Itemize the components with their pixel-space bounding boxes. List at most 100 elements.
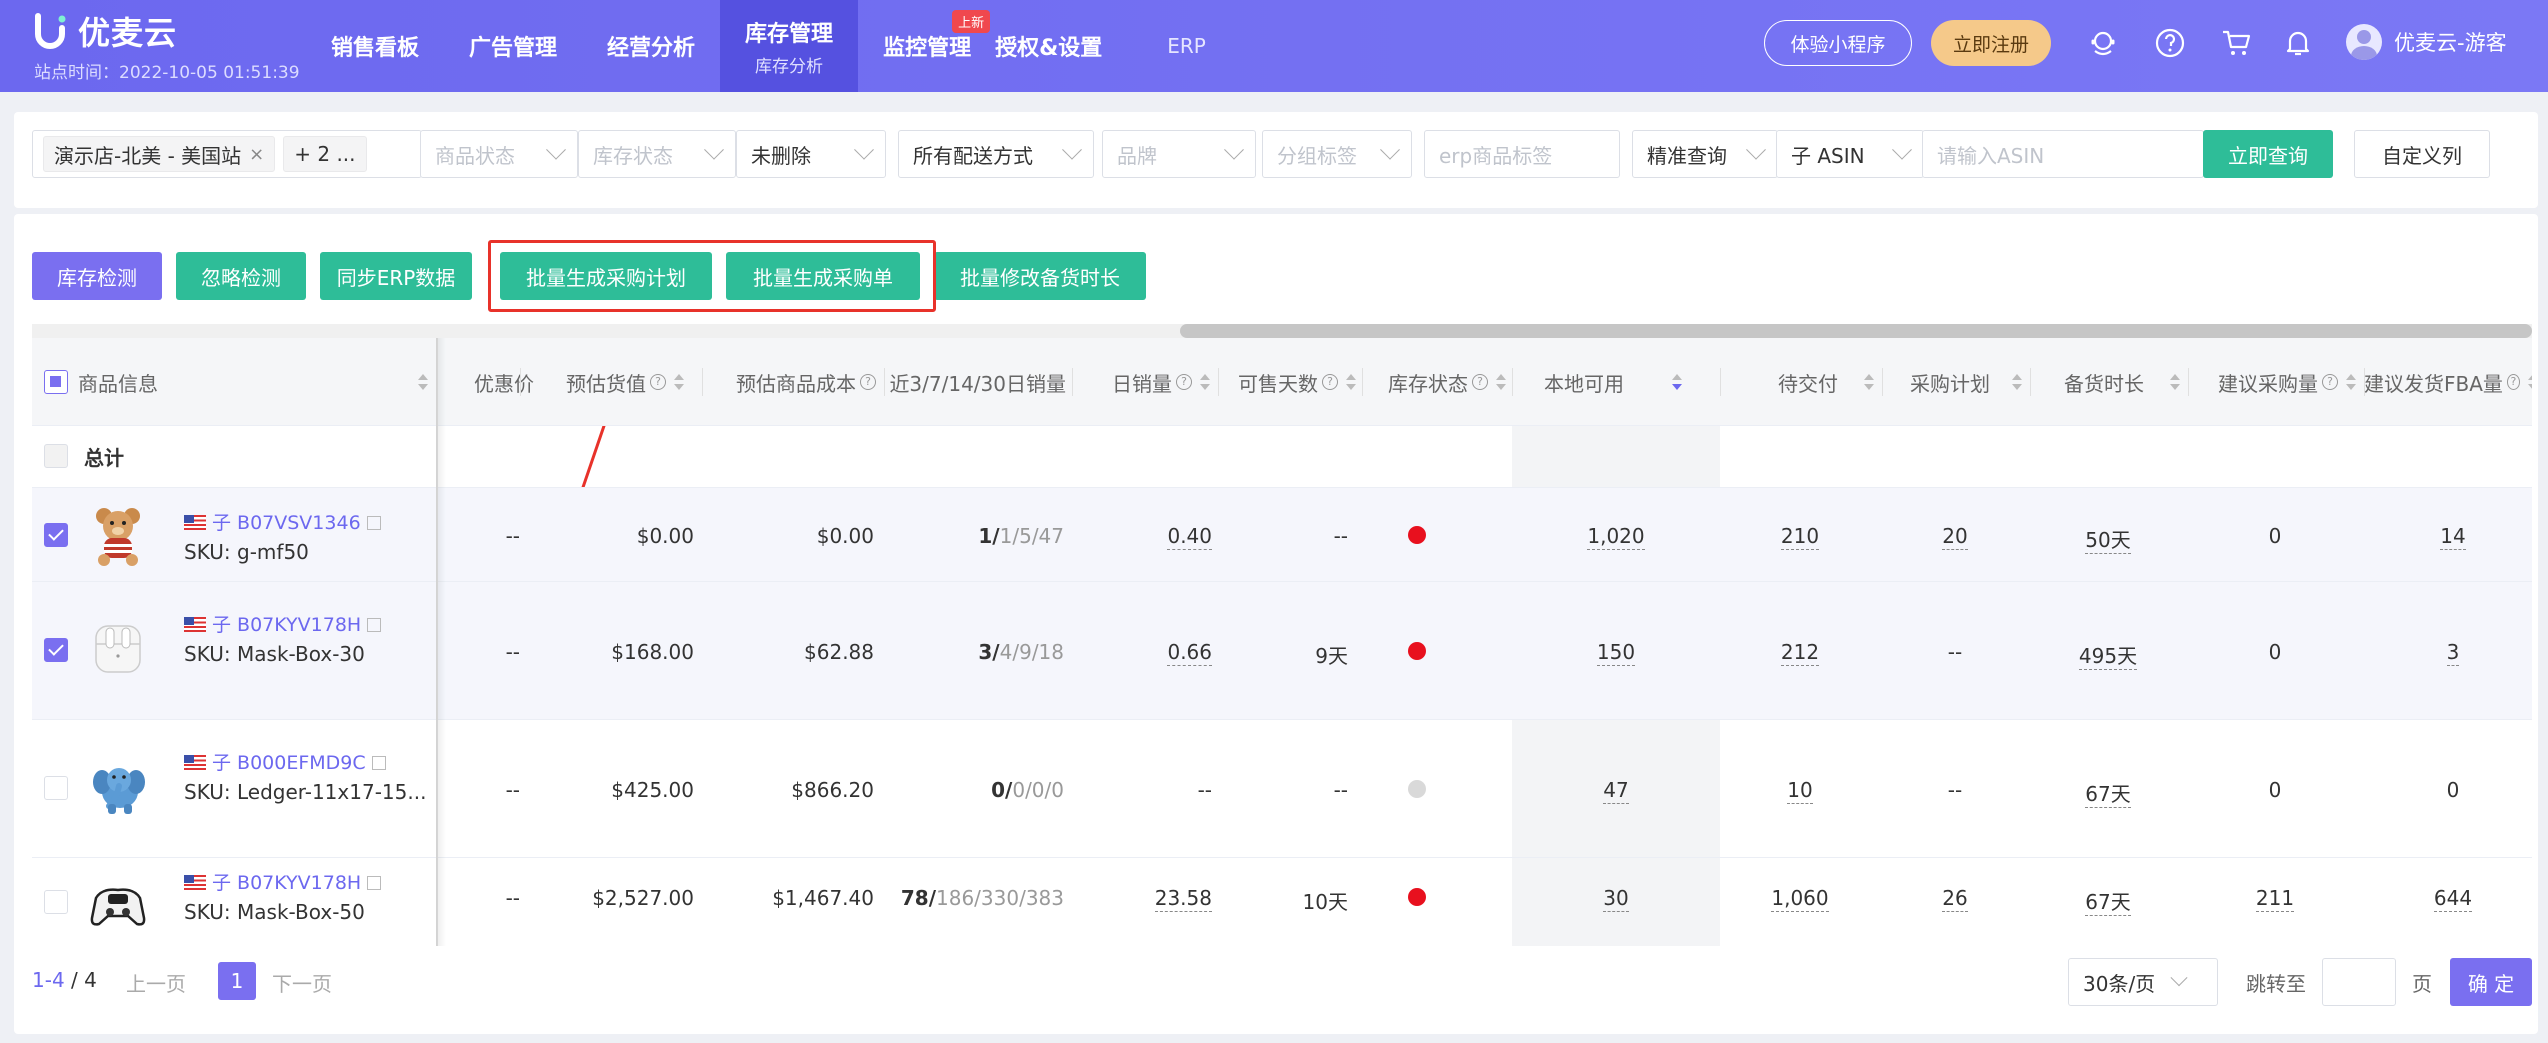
brand-select[interactable]: 品牌 <box>1102 130 1256 178</box>
pending[interactable]: 10 <box>1720 778 1880 804</box>
sort-icon[interactable] <box>1672 373 1682 391</box>
product-status-select[interactable]: 商品状态 <box>420 130 578 178</box>
cart-icon[interactable] <box>2220 27 2252 59</box>
external-link-icon[interactable] <box>366 516 381 530</box>
store-select[interactable]: 演示店-北美 - 美国站 × + 2 ... <box>32 130 422 178</box>
row-checkbox[interactable] <box>44 776 68 800</box>
asin-type-select[interactable]: 子 ASIN <box>1776 130 1924 178</box>
match-mode-select[interactable]: 精准查询 <box>1632 130 1778 178</box>
page-size-select[interactable]: 30条/页 <box>2068 958 2218 1006</box>
local-available[interactable]: 30 <box>1512 886 1720 912</box>
product-image-earbuds-case[interactable] <box>86 616 150 680</box>
asin-link[interactable]: 子 B07KYV178H <box>184 868 382 895</box>
sort-icon[interactable] <box>1200 373 1210 391</box>
stock-status-select[interactable]: 库存状态 <box>578 130 736 178</box>
sort-icon[interactable] <box>1864 373 1874 391</box>
nav-ads[interactable]: 广告管理 <box>444 0 582 92</box>
table-row[interactable]: 子 B000EFMD9C SKU: Ledger-11x17-15... -- … <box>32 720 2532 858</box>
suggest-purchase[interactable]: 211 <box>2188 886 2362 912</box>
nav-sales-board[interactable]: 销售看板 <box>306 0 444 92</box>
local-available[interactable]: 150 <box>1512 640 1720 666</box>
daily-sales[interactable]: 23.58 <box>1072 886 1212 912</box>
select-all-checkbox[interactable] <box>44 370 68 394</box>
goto-confirm-button[interactable]: 确 定 <box>2450 958 2532 1006</box>
sync-erp-button[interactable]: 同步ERP数据 <box>320 252 472 300</box>
product-image-bear[interactable] <box>86 502 150 566</box>
purchase-plan[interactable]: 20 <box>1882 524 2028 550</box>
nav-erp[interactable]: ERP <box>1127 0 1246 92</box>
suggest-fba[interactable]: 3 <box>2364 640 2532 666</box>
help-icon[interactable]: ? <box>860 374 876 390</box>
bell-icon[interactable] <box>2282 27 2314 59</box>
horizontal-scrollbar[interactable] <box>32 324 2532 338</box>
lead-time[interactable]: 67天 <box>2030 778 2186 808</box>
asin-link[interactable]: 子 B07VSV1346 <box>184 508 381 535</box>
inventory-check-button[interactable]: 库存检测 <box>32 252 162 300</box>
row-checkbox[interactable] <box>44 638 68 662</box>
help-icon[interactable] <box>2154 27 2186 59</box>
sort-icon[interactable] <box>674 373 684 391</box>
product-image-elephant[interactable] <box>86 756 150 820</box>
suggest-fba[interactable]: 644 <box>2364 886 2532 912</box>
row-checkbox[interactable] <box>44 890 68 914</box>
external-link-icon[interactable] <box>371 756 386 770</box>
register-button[interactable]: 立即注册 <box>1931 20 2051 66</box>
sort-icon[interactable] <box>2346 373 2356 391</box>
help-icon[interactable]: ? <box>1176 374 1192 390</box>
lead-time[interactable]: 495天 <box>2030 640 2186 670</box>
sort-icon[interactable] <box>418 373 428 391</box>
nav-analysis[interactable]: 经营分析 <box>582 0 720 92</box>
close-icon[interactable]: × <box>249 144 264 165</box>
custom-columns-button[interactable]: 自定义列 <box>2354 130 2490 178</box>
sort-icon[interactable] <box>2012 373 2022 391</box>
external-link-icon[interactable] <box>367 876 382 890</box>
row-checkbox[interactable] <box>44 523 68 547</box>
next-page-button[interactable]: 下一页 <box>272 968 332 997</box>
table-row[interactable]: 子 B07KYV178H SKU: Mask-Box-30 -- $168.00… <box>32 582 2532 720</box>
local-available[interactable]: 47 <box>1512 778 1720 804</box>
pending[interactable]: 1,060 <box>1720 886 1880 912</box>
shipping-select[interactable]: 所有配送方式 <box>898 130 1094 178</box>
support-icon[interactable] <box>2087 27 2119 59</box>
help-icon[interactable]: ? <box>1472 374 1488 390</box>
group-tag-select[interactable]: 分组标签 <box>1262 130 1412 178</box>
sort-icon[interactable] <box>1346 373 1356 391</box>
suggest-fba[interactable]: 14 <box>2364 524 2532 550</box>
sort-icon[interactable] <box>2170 373 2180 391</box>
erp-tag-input[interactable]: erp商品标签 <box>1424 130 1620 178</box>
lead-time[interactable]: 67天 <box>2030 886 2186 916</box>
local-available[interactable]: 1,020 <box>1512 524 1720 550</box>
daily-sales[interactable]: 0.40 <box>1072 524 1212 550</box>
help-icon[interactable]: ? <box>650 374 666 390</box>
user-menu[interactable]: 优麦云-游客 <box>2346 24 2507 60</box>
batch-modify-lead-time-button[interactable]: 批量修改备货时长 <box>934 252 1146 300</box>
purchase-plan[interactable]: 26 <box>1882 886 2028 912</box>
table-row[interactable]: 子 B07KYV178H SKU: Mask-Box-50 -- $2,527.… <box>32 858 2532 946</box>
scrollbar-thumb[interactable] <box>1180 324 2532 338</box>
nav-auth-settings[interactable]: 授权&设置 <box>970 0 1127 92</box>
daily-sales[interactable]: 0.66 <box>1072 640 1212 666</box>
asin-search-input[interactable]: 请输入ASIN <box>1922 130 2204 178</box>
product-image-game-controller[interactable] <box>86 872 150 936</box>
sort-icon[interactable] <box>1496 373 1506 391</box>
lead-time[interactable]: 50天 <box>2030 524 2186 554</box>
table-row[interactable]: 子 B07VSV1346 SKU: g-mf50 -- $0.00 $0.00 … <box>32 488 2532 582</box>
ignore-check-button[interactable]: 忽略检测 <box>176 252 306 300</box>
asin-link[interactable]: 子 B07KYV178H <box>184 610 382 637</box>
page-number-1[interactable]: 1 <box>218 962 256 1000</box>
help-icon[interactable]: ? <box>2322 374 2338 390</box>
external-link-icon[interactable] <box>367 618 382 632</box>
sort-icon[interactable] <box>2528 373 2532 391</box>
nav-inventory[interactable]: 库存管理 库存分析 <box>720 0 859 92</box>
query-button[interactable]: 立即查询 <box>2203 130 2333 178</box>
help-icon[interactable]: ? <box>2506 374 2521 390</box>
goto-page-input[interactable] <box>2322 958 2396 1006</box>
pending[interactable]: 210 <box>1720 524 1880 550</box>
mini-program-button[interactable]: 体验小程序 <box>1764 20 1912 66</box>
pending[interactable]: 212 <box>1720 640 1880 666</box>
prev-page-button[interactable]: 上一页 <box>126 968 186 997</box>
asin-link[interactable]: 子 B000EFMD9C <box>184 748 386 775</box>
deleted-select[interactable]: 未删除 <box>736 130 886 178</box>
brand-logo[interactable]: 优麦云 <box>32 8 177 54</box>
help-icon[interactable]: ? <box>1322 374 1338 390</box>
